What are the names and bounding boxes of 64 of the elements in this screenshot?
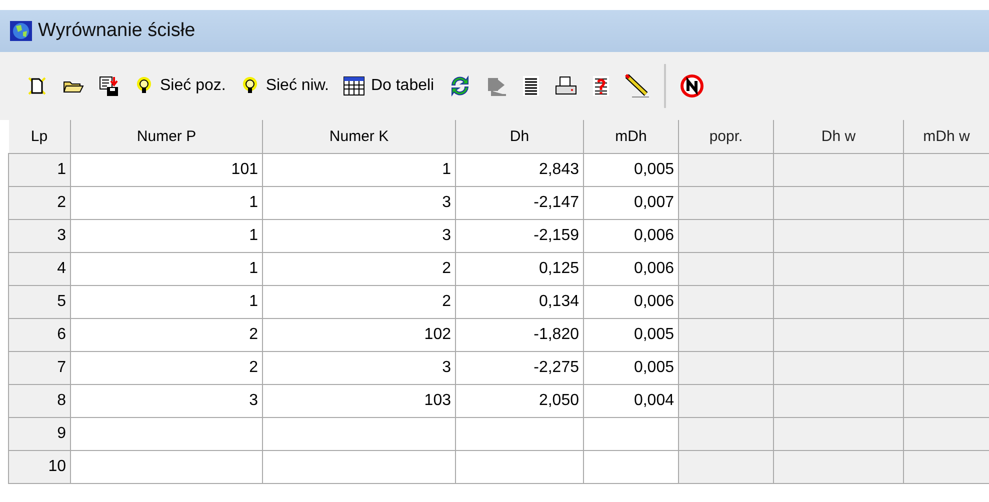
table-cell: -2,275 [456,352,584,384]
table-cell: 0,005 [584,352,678,384]
table-cell: 1 [70,220,262,252]
table-cell: 2,843 [456,154,584,186]
table-cell: -2,147 [456,186,584,220]
row-number: 1 [8,154,70,186]
table-cell: 3 [262,352,456,384]
table-cell: 103 [262,384,456,418]
save-icon [98,75,120,97]
table-cell: 2 [262,252,456,286]
table-cell: 0,007 [584,186,678,220]
table-cell: 3 [262,220,456,252]
row-number: 4 [8,252,70,286]
table-cell: 0,006 [584,286,678,318]
pencil-icon [624,74,650,98]
export-icon [486,75,508,97]
column-header[interactable]: Numer K [262,120,456,154]
column-header[interactable]: popr. [678,120,774,154]
table-cell: 2 [70,318,262,352]
row-number: 3 [8,220,70,252]
column-header[interactable]: Dh w [774,120,904,154]
table-cell: 3 [70,384,262,418]
toolbar-button[interactable]: Sieć poz. [130,73,230,99]
printer-icon [554,75,578,97]
table-cell: 0,005 [584,318,678,352]
stop-icon [680,74,704,98]
column-header[interactable]: mDh [584,120,678,154]
table-cell: 0,005 [584,154,678,186]
toolbar-button[interactable]: Sieć niw. [236,73,333,99]
help-icon [592,75,610,97]
table-cell: 0,006 [584,252,678,286]
table-cell: -2,159 [456,220,584,252]
table-icon [342,76,365,96]
table-cell: 2 [70,352,262,384]
table-cell: 0,004 [584,384,678,418]
table-cell: 0,006 [584,220,678,252]
table-cell: 101 [70,154,262,186]
column-header[interactable]: mDh w [904,120,989,154]
table-cell: 2 [262,286,456,318]
table-cell: 1 [70,252,262,286]
row-number: 2 [8,186,70,220]
table-cell: -1,820 [456,318,584,352]
toolbar-button[interactable]: Do tabeli [338,74,438,98]
table-cell: 2,050 [456,384,584,418]
row-number: 7 [8,352,70,384]
row-number: 8 [8,384,70,418]
table-cell: 102 [262,318,456,352]
table-cell: 0,125 [456,252,584,286]
new-file-icon [26,75,48,97]
row-number: 9 [8,418,70,450]
globe-icon [10,21,32,41]
column-header[interactable]: Dh [456,120,584,154]
table-cell: 0,134 [456,286,584,318]
row-number: 10 [8,450,70,484]
column-header[interactable]: Lp [8,120,70,154]
table-cell: 1 [70,186,262,220]
window-title: Wyrównanie ścisłe [38,20,196,42]
column-header[interactable]: Numer P [70,120,262,154]
document-icon [522,75,540,97]
table-cell: 1 [262,154,456,186]
row-number: 6 [8,318,70,352]
table-cell: 1 [70,286,262,318]
table-cell: 3 [262,186,456,220]
row-number: 5 [8,286,70,318]
